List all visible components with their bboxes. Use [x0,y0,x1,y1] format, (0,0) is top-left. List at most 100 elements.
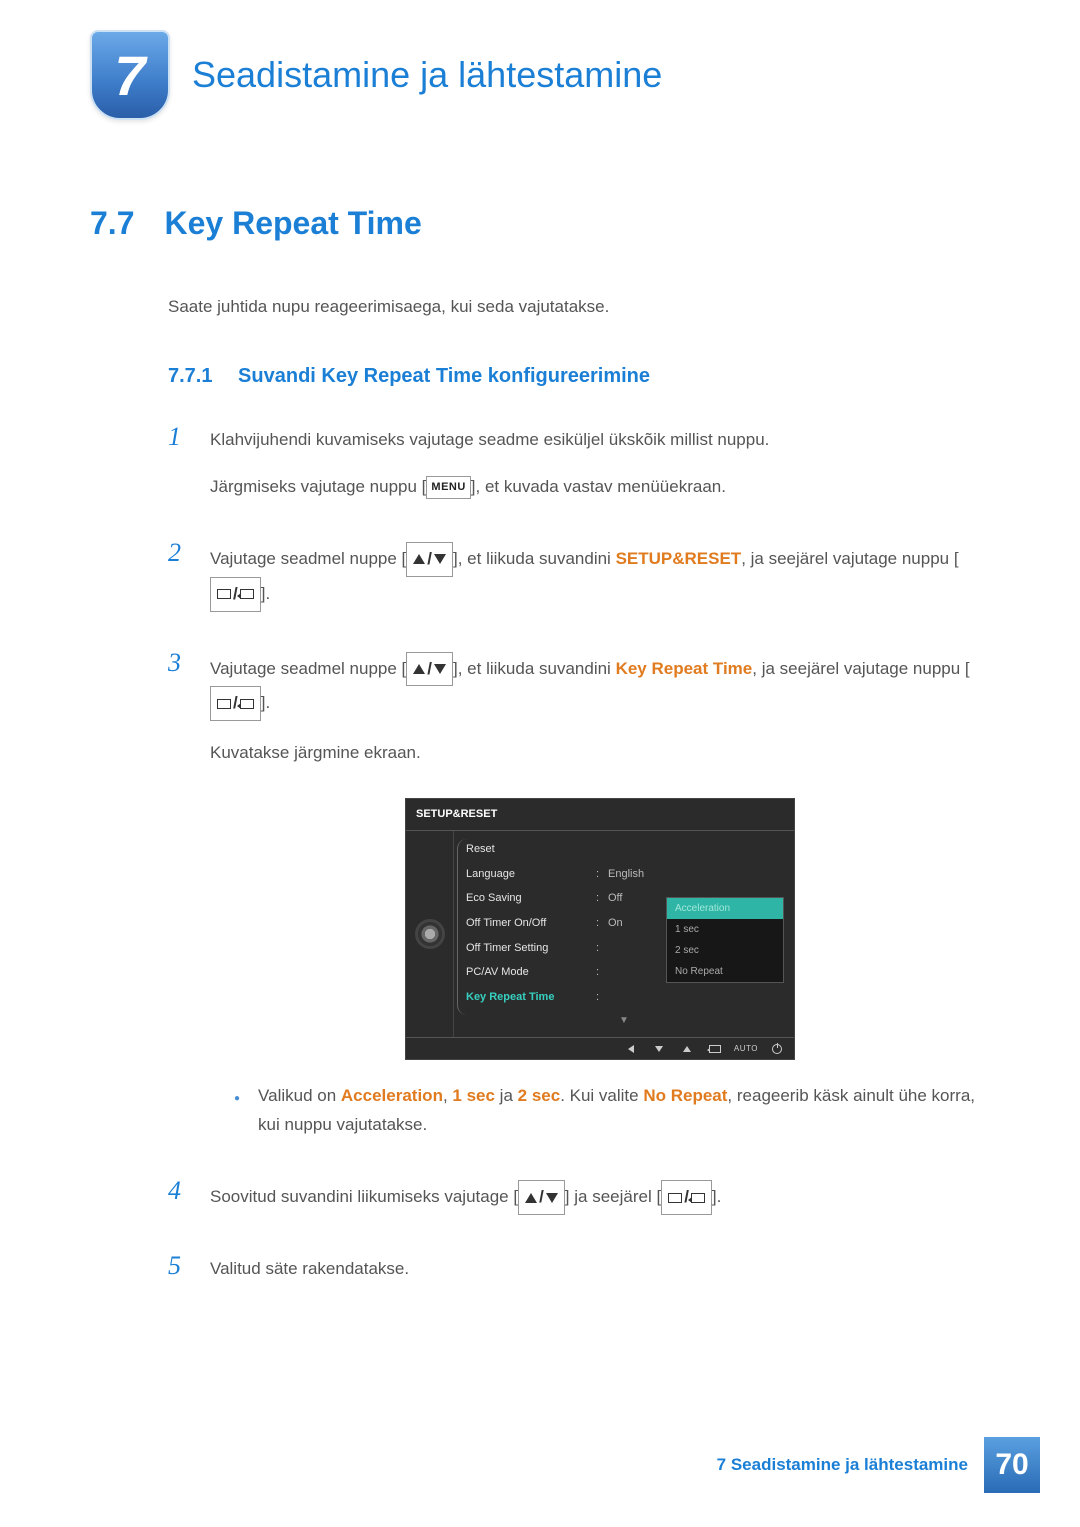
chapter-number-badge: 7 [90,30,170,120]
osd-panel: SETUP&RESET Reset Language:English Eco S… [405,798,795,1060]
step-text: Soovitud suvandini liikumiseks vajutage … [210,1180,990,1215]
step-body: Vajutage seadmel nuppe [/], et liikuda s… [210,538,990,630]
step-text: Klahvijuhendi kuvamiseks vajutage seadme… [210,426,990,455]
osd-label: PC/AV Mode [466,963,596,982]
chapter-header: 7 Seadistamine ja lähtestamine [0,0,1080,120]
source-enter-icon: / [661,1180,712,1215]
text: , ja seejärel vajutage nuppu [ [741,549,958,568]
highlight: SETUP&RESET [616,549,742,568]
step-2: 2 Vajutage seadmel nuppe [/], et liikuda… [168,538,990,630]
step-number: 3 [168,648,190,678]
step-5: 5 Valitud säte rakendatakse. [168,1251,990,1302]
chapter-title: Seadistamine ja lähtestamine [192,54,662,96]
page-content: 7.7 Key Repeat Time Saate juhtida nupu r… [0,205,1080,1302]
osd-option-1sec: 1 sec [667,919,783,940]
osd-back-icon [622,1043,640,1055]
text: ], et liikuda suvandini [453,659,616,678]
text: Järgmiseks vajutage nuppu [ [210,477,426,496]
section-intro: Saate juhtida nupu reageerimisaega, kui … [168,297,990,317]
note-bullet: ● Valikud on Acceleration, 1 sec ja 2 se… [210,1082,990,1158]
text: , ja seejärel vajutage nuppu [ [752,659,969,678]
text: ]. [261,693,270,712]
highlight: Acceleration [341,1086,443,1105]
text: Soovitud suvandini liikumiseks vajutage … [210,1187,518,1206]
step-1: 1 Klahvijuhendi kuvamiseks vajutage sead… [168,422,990,520]
osd-row-language: Language:English [454,862,794,887]
page-number: 70 [984,1437,1040,1493]
text: ], et kuvada vastav menüüekraan. [471,477,726,496]
subsection-heading: 7.7.1 Suvandi Key Repeat Time konfiguree… [168,365,990,388]
up-down-icon: / [518,1180,565,1215]
step-text: Kuvatakse järgmine ekraan. [210,739,990,768]
osd-scroll-down-icon: ▼ [454,1010,794,1031]
osd-dropdown: Acceleration 1 sec 2 sec No Repeat [666,897,784,983]
osd-value: Off [608,889,622,908]
source-enter-icon: / [210,686,261,721]
step-text: Vajutage seadmel nuppe [/], et liikuda s… [210,542,990,612]
osd-label: Eco Saving [466,889,596,908]
step-text: Vajutage seadmel nuppe [/], et liikuda s… [210,652,990,722]
source-enter-icon: / [210,577,261,612]
osd-menu: Reset Language:English Eco Saving:Off Of… [454,831,794,1037]
bullet-icon: ● [234,1082,240,1158]
highlight: No Repeat [643,1086,727,1105]
up-down-icon: / [406,652,453,687]
step-4: 4 Soovitud suvandini liikumiseks vajutag… [168,1176,990,1233]
osd-icon-column [406,831,454,1037]
osd-screenshot: SETUP&RESET Reset Language:English Eco S… [210,798,990,1060]
text: , [443,1086,452,1105]
footer-chapter-label: 7 Seadistamine ja lähtestamine [717,1455,968,1475]
step-body: Valitud säte rakendatakse. [210,1251,990,1302]
section-number: 7.7 [90,205,134,242]
osd-title: SETUP&RESET [406,799,794,831]
text: Vajutage seadmel nuppe [ [210,549,406,568]
page-footer: 7 Seadistamine ja lähtestamine 70 [717,1437,1040,1493]
osd-label: Language [466,865,596,884]
step-number: 2 [168,538,190,568]
section-title: Key Repeat Time [164,205,421,242]
osd-row-reset: Reset [454,837,794,862]
text: ]. [712,1187,721,1206]
text: ], et liikuda suvandini [453,549,616,568]
osd-option-norepeat: No Repeat [667,961,783,982]
subsection-title: Suvandi Key Repeat Time konfigureerimine [238,365,650,387]
text: ja [495,1086,518,1105]
step-3: 3 Vajutage seadmel nuppe [/], et liikuda… [168,648,990,1159]
step-number: 5 [168,1251,190,1281]
note-text: Valikud on Acceleration, 1 sec ja 2 sec.… [258,1082,990,1140]
step-text: Järgmiseks vajutage nuppu [MENU], et kuv… [210,473,990,502]
gear-icon [418,922,442,946]
osd-auto-label: AUTO [734,1042,758,1056]
osd-label: Off Timer On/Off [466,914,596,933]
menu-button-label: MENU [426,476,470,499]
osd-footer: AUTO [406,1037,794,1060]
osd-power-icon [768,1043,786,1055]
up-down-icon: / [406,542,453,577]
highlight: 1 sec [452,1086,495,1105]
text: . Kui valite [560,1086,643,1105]
text: ] ja seejärel [ [565,1187,661,1206]
osd-label: Reset [466,840,596,859]
section-heading: 7.7 Key Repeat Time [90,205,990,242]
step-body: Klahvijuhendi kuvamiseks vajutage seadme… [210,422,990,520]
highlight: Key Repeat Time [616,659,753,678]
osd-value: On [608,914,623,933]
step-number: 4 [168,1176,190,1206]
steps-list: 1 Klahvijuhendi kuvamiseks vajutage sead… [168,422,990,1302]
osd-option-2sec: 2 sec [667,940,783,961]
osd-option-acceleration: Acceleration [667,898,783,919]
osd-row-keyrepeat: Key Repeat Time: [454,985,794,1010]
osd-label: Key Repeat Time [466,988,596,1007]
text: ]. [261,584,270,603]
step-body: Soovitud suvandini liikumiseks vajutage … [210,1176,990,1233]
step-number: 1 [168,422,190,452]
osd-label: Off Timer Setting [466,939,596,958]
subsection-number: 7.7.1 [168,365,212,387]
text: Valikud on [258,1086,341,1105]
osd-up-icon [678,1043,696,1055]
step-body: Vajutage seadmel nuppe [/], et liikuda s… [210,648,990,1159]
step-text: Valitud säte rakendatakse. [210,1255,990,1284]
osd-value: English [608,865,644,884]
osd-down-icon [650,1043,668,1055]
text: Vajutage seadmel nuppe [ [210,659,406,678]
